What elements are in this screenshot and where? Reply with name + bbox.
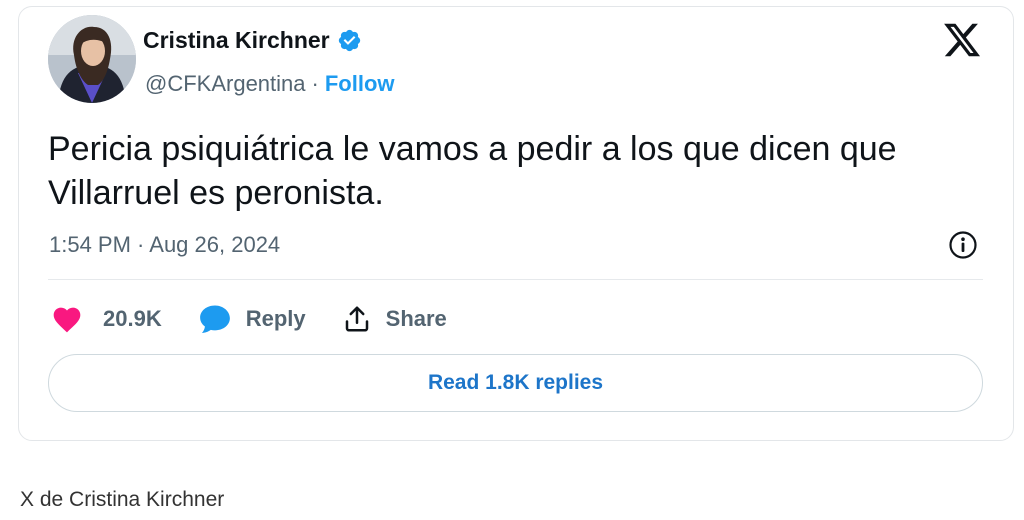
info-icon[interactable] (947, 229, 979, 261)
read-replies-button[interactable]: Read 1.8K replies (48, 354, 983, 412)
tweet-embed-card: Cristina Kirchner @CFKArgentina · Follow… (18, 6, 1014, 441)
heart-icon (53, 307, 81, 333)
action-bar: 20.9K Reply Share (51, 301, 483, 337)
verified-badge-icon (337, 28, 362, 53)
author-handle-row: @CFKArgentina · Follow (145, 71, 395, 97)
author-name-row: Cristina Kirchner (143, 27, 362, 54)
like-count: 20.9K (103, 306, 162, 331)
read-replies-label: Read 1.8K replies (427, 371, 604, 394)
divider (48, 279, 983, 280)
image-caption: X de Cristina Kirchner (20, 488, 225, 511)
separator-dot: · (311, 71, 319, 96)
speech-bubble-icon (199, 305, 230, 334)
author-handle[interactable]: @CFKArgentina (145, 71, 306, 97)
tweet-text: Pericia psiquiátrica le vamos a pedir a … (48, 130, 897, 212)
follow-button[interactable]: Follow (325, 71, 395, 97)
x-logo-icon[interactable] (941, 20, 983, 60)
tweet-timestamp[interactable]: 1:54 PM · Aug 26, 2024 (49, 232, 280, 258)
avatar[interactable] (48, 15, 136, 103)
like-button[interactable]: 20.9K (51, 305, 162, 333)
share-upload-icon (345, 306, 368, 332)
author-name[interactable]: Cristina Kirchner (143, 27, 330, 54)
share-button[interactable]: Share (342, 304, 447, 334)
reply-button[interactable]: Reply (198, 303, 306, 335)
share-label: Share (385, 306, 447, 331)
reply-label: Reply (245, 306, 306, 331)
